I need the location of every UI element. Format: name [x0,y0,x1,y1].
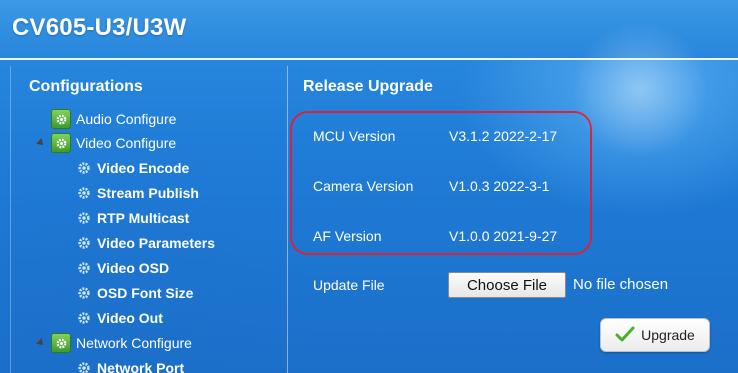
sidebar-item-label: Stream Publish [97,185,199,201]
upgrade-button-label: Upgrade [641,327,695,343]
sidebar-item-network-configure[interactable]: Network Configure [36,332,192,354]
gear-folder-icon [51,109,71,129]
sidebar-item-audio-configure[interactable]: Audio Configure [51,108,176,130]
gear-icon [77,311,91,325]
file-status-text: No file chosen [573,276,669,293]
sidebar-item-video-parameters[interactable]: Video Parameters [77,232,215,254]
sidebar: Configurations Audio Configure Video Con… [10,66,288,373]
checkmark-icon [615,326,635,345]
gear-folder-icon [51,333,71,353]
gear-icon [77,236,91,250]
gear-icon [77,261,91,275]
sidebar-item-label: OSD Font Size [97,285,194,301]
sidebar-item-rtp-multicast[interactable]: RTP Multicast [77,207,189,229]
sidebar-item-label: Network Configure [76,335,192,351]
upgrade-button[interactable]: Upgrade [600,318,710,352]
sidebar-item-label: RTP Multicast [97,210,190,226]
update-file-label: Update File [313,277,385,293]
sidebar-item-label: Video Encode [97,160,190,176]
sidebar-item-label: Network Port [97,360,185,373]
gear-icon [77,361,91,373]
sidebar-item-video-encode[interactable]: Video Encode [77,157,189,179]
sidebar-item-label: Video Parameters [97,235,216,251]
gear-icon [77,186,91,200]
sidebar-item-video-out[interactable]: Video Out [77,307,163,329]
device-title: CV605-U3/U3W [12,14,187,41]
choose-file-button[interactable]: Choose File [448,272,566,298]
gear-icon [77,286,91,300]
gear-icon [77,211,91,225]
expand-arrow-icon[interactable] [36,338,46,348]
app-window: CV605-U3/U3W Configurations Audio Config… [0,0,738,373]
sidebar-item-label: Video OSD [97,260,170,276]
gear-folder-icon [51,133,71,153]
app-header: CV605-U3/U3W [0,0,738,60]
page-title: Release Upgrade [303,78,433,95]
sidebar-item-video-osd[interactable]: Video OSD [77,257,169,279]
sidebar-item-osd-font-size[interactable]: OSD Font Size [77,282,193,304]
sidebar-item-label: Video Configure [76,135,177,151]
sidebar-item-label: Audio Configure [76,111,177,127]
sidebar-item-video-configure[interactable]: Video Configure [36,132,177,154]
sidebar-item-network-port[interactable]: Network Port [77,357,184,373]
version-highlight-outline [290,111,592,255]
sidebar-item-stream-publish[interactable]: Stream Publish [77,182,199,204]
sidebar-item-label: Video Out [97,310,163,326]
sidebar-heading: Configurations [29,78,143,95]
expand-arrow-icon[interactable] [36,138,46,148]
gear-icon [77,161,91,175]
